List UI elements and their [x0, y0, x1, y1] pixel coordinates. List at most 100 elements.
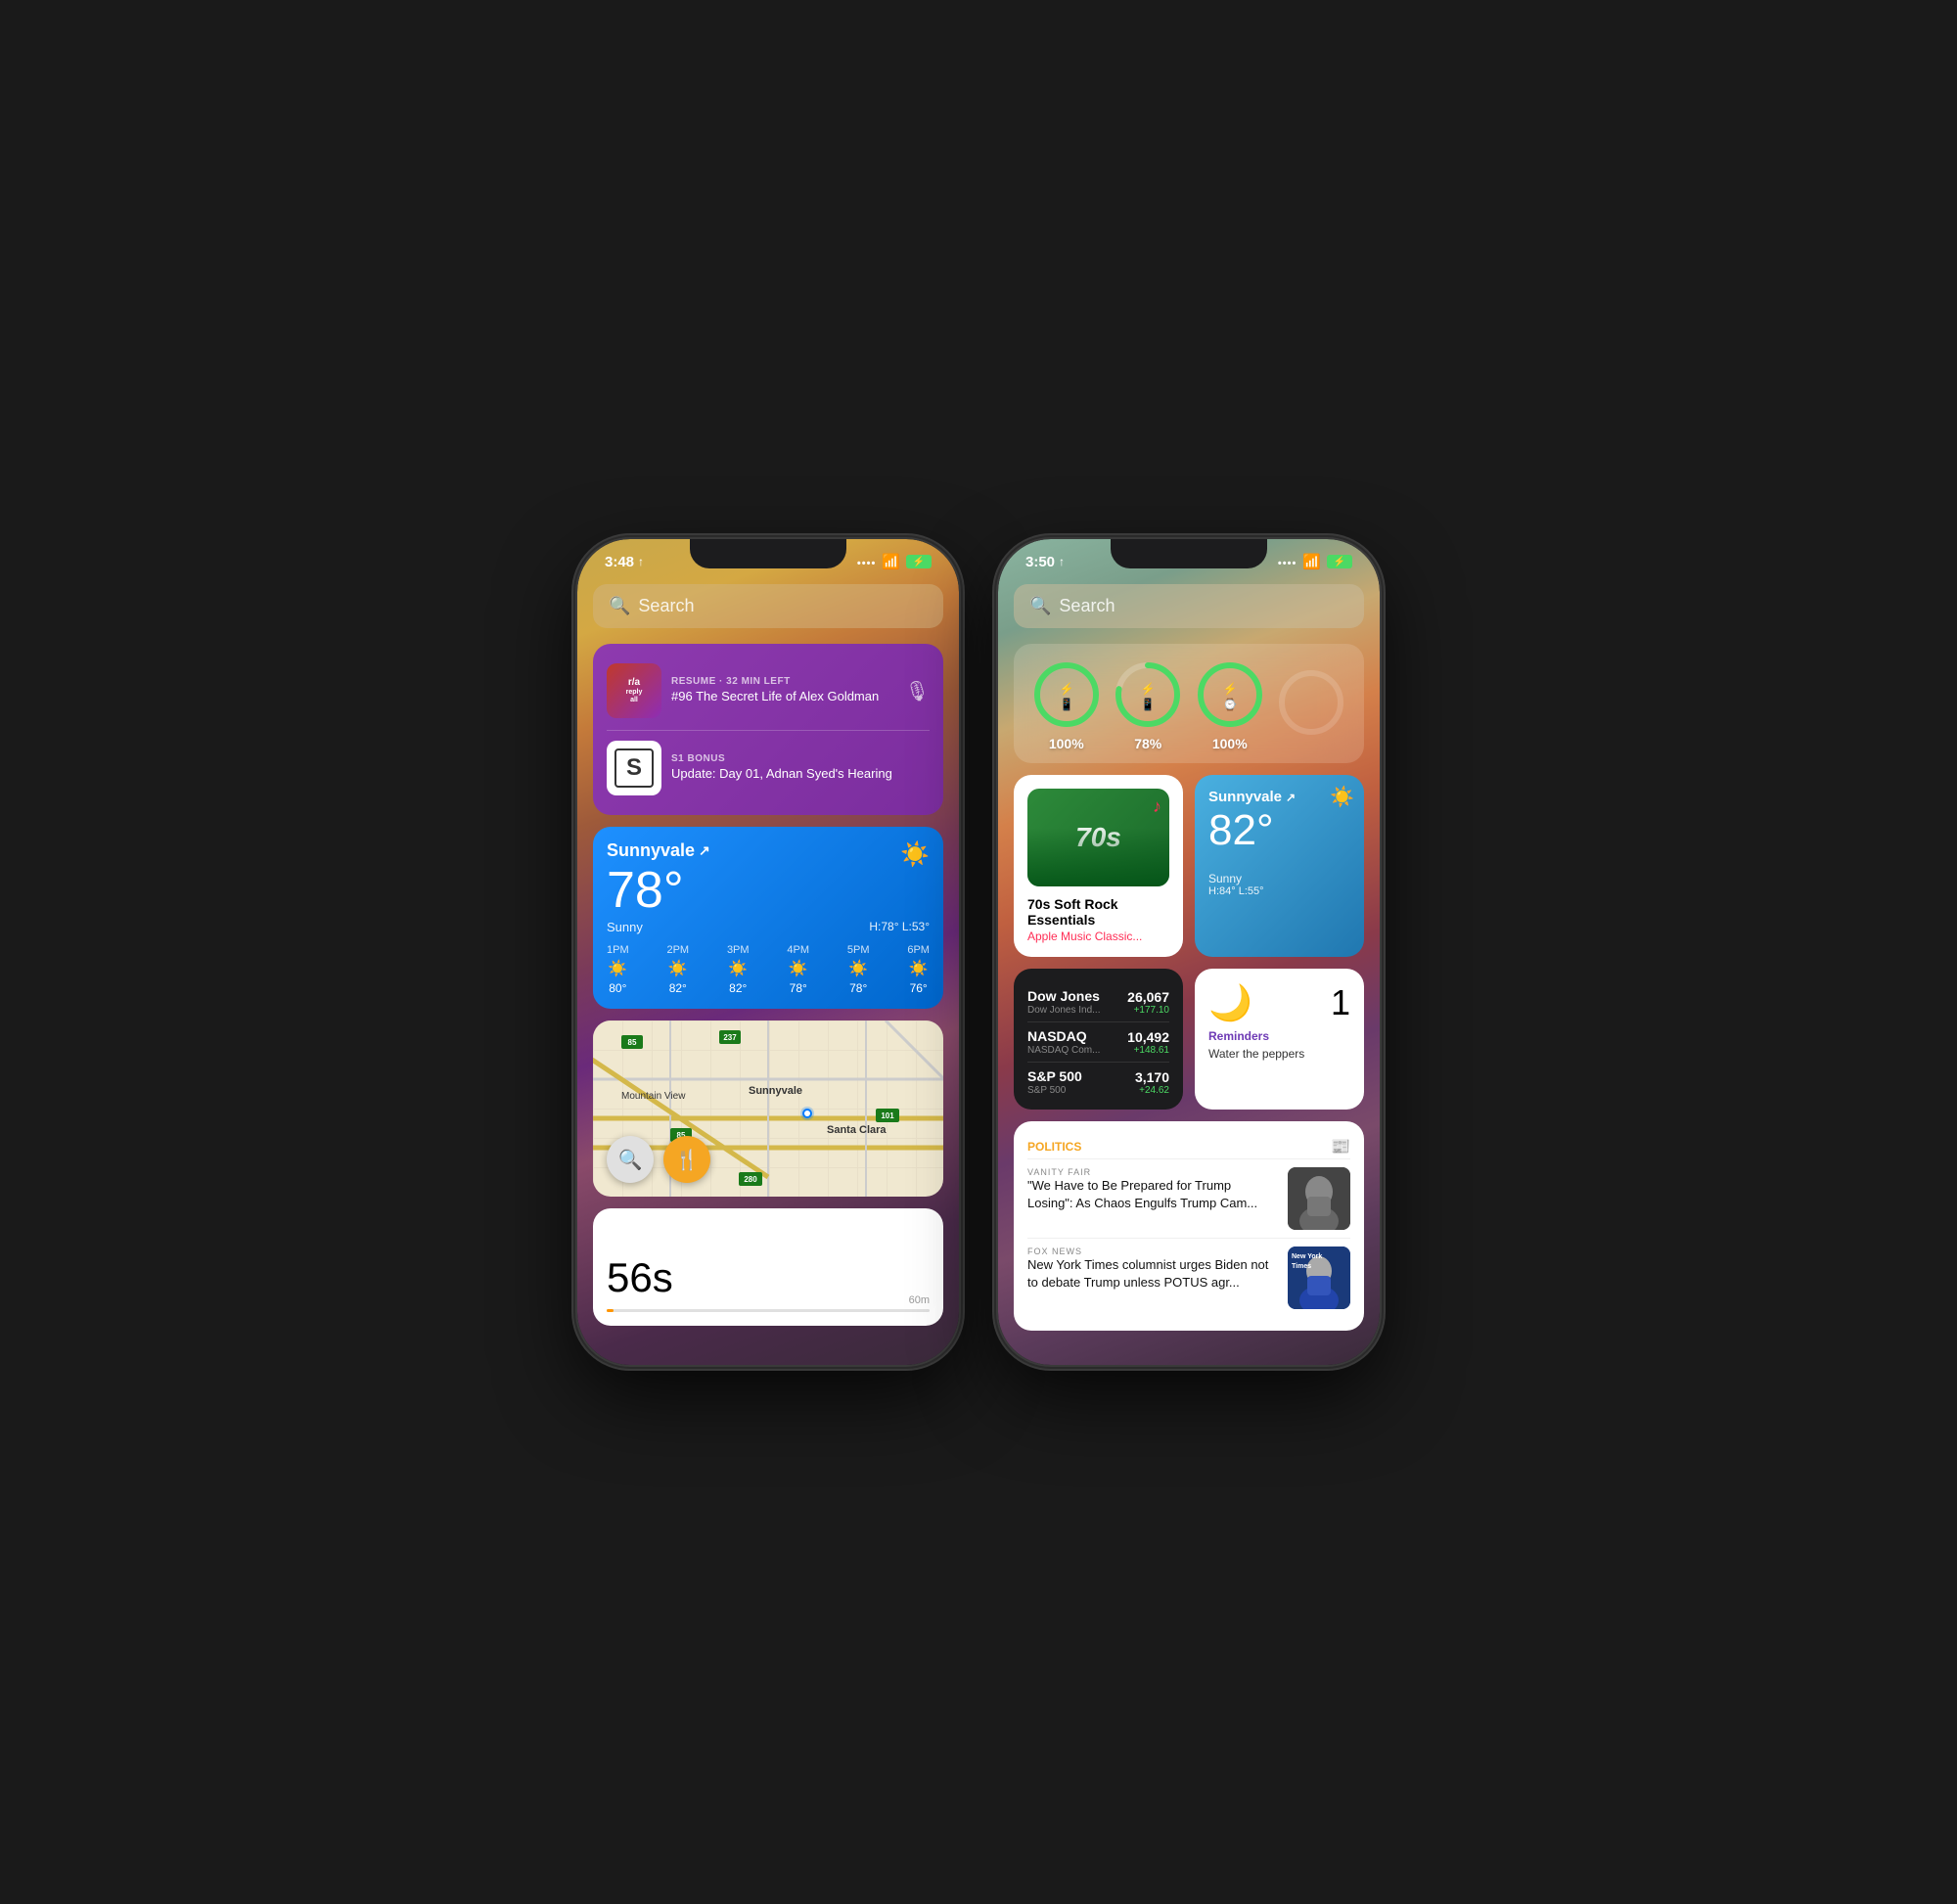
news-headline-1: "We Have to Be Prepared for Trump Losing…: [1027, 1177, 1278, 1211]
battery-pct-3: 100%: [1195, 736, 1265, 751]
location-arrow-2: ↑: [1059, 555, 1065, 568]
weather-widget-2[interactable]: ☀️ Sunnyvale ↗ 82° Sunny H:84° L:55°: [1195, 775, 1364, 957]
forecast-5pm: 5PM ☀️ 78°: [847, 944, 870, 995]
map-widget-1[interactable]: 85 237 101 85 280: [593, 1020, 943, 1197]
map-search-btn[interactable]: 🔍: [607, 1136, 654, 1183]
news-item-2[interactable]: FOX NEWS New York Times columnist urges …: [1027, 1238, 1350, 1317]
news-item-1-content: VANITY FAIR "We Have to Be Prepared for …: [1027, 1167, 1278, 1211]
battery-widget[interactable]: ⚡ 📱 100% ⚡ 📱: [1014, 644, 1364, 763]
status-time-1: 3:48 ↑: [605, 554, 644, 570]
news-thumb-2: New York Times: [1288, 1247, 1350, 1309]
forecast-2pm: 2PM ☀️ 82°: [666, 944, 689, 995]
stock-name-dow: Dow Jones: [1027, 988, 1100, 1004]
podcast-info-2: S1 BONUS Update: Day 01, Adnan Syed's He…: [671, 753, 930, 783]
search-bar-1[interactable]: 🔍 Search: [593, 584, 943, 628]
map-buttons: 🔍 🍴: [607, 1136, 710, 1183]
svg-text:📱: 📱: [1141, 698, 1156, 711]
weather-widget-1[interactable]: ☀️ Sunnyvale ↗ 78° Sunny H:78° L:53° 1PM: [593, 827, 943, 1009]
forecast-6pm: 6PM ☀️ 76°: [907, 944, 930, 995]
svg-text:Mountain View: Mountain View: [621, 1091, 686, 1102]
time-display-1: 3:48: [605, 554, 634, 570]
search-icon-1: 🔍: [609, 596, 630, 616]
svg-text:⌚: ⌚: [1222, 698, 1237, 711]
phone-1: 3:48 ↑ •••• 📶 ⚡ 🔍 Search: [577, 539, 959, 1365]
svg-text:⚡: ⚡: [1141, 682, 1156, 696]
phone-2: 3:50 ↑ •••• 📶 ⚡ 🔍 Search: [998, 539, 1380, 1365]
svg-text:⚡: ⚡: [1222, 682, 1237, 696]
location-icon-1: ↗: [699, 842, 710, 859]
weather-hi-lo-2: H:84° L:55°: [1208, 885, 1350, 897]
battery-icon-2: ⚡: [1327, 555, 1352, 568]
music-note-icon: ♪: [1153, 796, 1161, 817]
content-area-2: 🔍 Search ⚡ 📱: [998, 576, 1380, 1353]
reminders-widget[interactable]: 🌙 1 Reminders Water the peppers: [1195, 969, 1364, 1110]
map-food-btn[interactable]: 🍴: [663, 1136, 710, 1183]
wifi-icon-2: 📶: [1302, 553, 1321, 570]
battery-pct-2: 78%: [1113, 736, 1183, 751]
battery-ring-3: ⚡ ⌚: [1195, 659, 1265, 730]
battery-iphone: ⚡ 📱 100%: [1031, 659, 1102, 751]
weather-condition-2: Sunny H:84° L:55°: [1208, 872, 1350, 897]
wifi-icon-1: 📶: [882, 553, 900, 570]
stocks-widget[interactable]: Dow Jones Dow Jones Ind... 26,067 +177.1…: [1014, 969, 1183, 1110]
status-icons-1: •••• 📶 ⚡: [857, 553, 932, 570]
reminders-header: 🌙 1: [1208, 982, 1350, 1023]
timer-value: 56s: [607, 1254, 930, 1301]
battery-watch: ⚡ ⌚ 100%: [1195, 659, 1265, 751]
stock-price-dow: 26,067 +177.10: [1127, 989, 1169, 1016]
battery-device4: [1276, 667, 1346, 744]
weather-temp-2: 82°: [1208, 809, 1350, 852]
status-time-2: 3:50 ↑: [1025, 554, 1065, 570]
time-display-2: 3:50: [1025, 554, 1055, 570]
forecast-1pm: 1PM ☀️ 80°: [607, 944, 629, 995]
podcast-item-1[interactable]: r/a replyall RESUME · 32 MIN LEFT #96 Th…: [607, 657, 930, 724]
notch-1: [690, 539, 846, 568]
timer-progress-fill: [607, 1309, 614, 1312]
stock-price-sp: 3,170 +24.62: [1135, 1069, 1169, 1096]
location-arrow-1: ↑: [638, 555, 644, 568]
search-bar-2[interactable]: 🔍 Search: [1014, 584, 1364, 628]
music-weather-row: 70s ♪ 70s Soft Rock Essentials Apple Mus…: [1014, 775, 1364, 957]
svg-text:📱: 📱: [1059, 698, 1073, 711]
reminders-count: 1: [1331, 982, 1350, 1023]
location-icon-2: ↗: [1286, 791, 1296, 804]
podcast-item-2[interactable]: S S1 BONUS Update: Day 01, Adnan Syed's …: [607, 730, 930, 801]
news-thumb-1: [1288, 1167, 1350, 1230]
news-source-2: FOX NEWS: [1027, 1247, 1278, 1256]
music-widget[interactable]: 70s ♪ 70s Soft Rock Essentials Apple Mus…: [1014, 775, 1183, 957]
weather-condition-1: Sunny: [607, 920, 643, 934]
news-widget[interactable]: Politics 📰 VANITY FAIR "We Have to Be Pr…: [1014, 1121, 1364, 1331]
signal-icon-2: ••••: [1278, 554, 1297, 570]
music-playlist-title: 70s Soft Rock Essentials: [1027, 896, 1169, 928]
stock-sp500: S&P 500 S&P 500 3,170 +24.62: [1027, 1063, 1169, 1096]
podcast-title-2: Update: Day 01, Adnan Syed's Hearing: [671, 766, 930, 783]
podcast-widget[interactable]: r/a replyall RESUME · 32 MIN LEFT #96 Th…: [593, 644, 943, 815]
battery-ring-2: ⚡ 📱: [1113, 659, 1183, 730]
notch-2: [1111, 539, 1267, 568]
timer-end-label: 60m: [909, 1294, 930, 1306]
battery-ring-1: ⚡ 📱: [1031, 659, 1102, 730]
forecast-4pm: 4PM ☀️ 78°: [787, 944, 809, 995]
svg-text:85: 85: [628, 1038, 637, 1047]
podcasts-icon-1: 🎙: [905, 679, 930, 703]
timer-progress-bar: 60m: [607, 1309, 930, 1312]
news-item-1[interactable]: VANITY FAIR "We Have to Be Prepared for …: [1027, 1158, 1350, 1238]
podcast-thumb-1: r/a replyall: [607, 663, 661, 718]
stock-name-nasdaq: NASDAQ: [1027, 1028, 1100, 1044]
stock-full-nasdaq: NASDAQ Com...: [1027, 1045, 1100, 1056]
weather-forecast-1: 1PM ☀️ 80° 2PM ☀️ 82° 3PM ☀️ 82°: [607, 944, 930, 995]
svg-text:280: 280: [744, 1175, 757, 1184]
podcast-title-1: #96 The Secret Life of Alex Goldman: [671, 689, 895, 705]
search-label-2: Search: [1059, 596, 1115, 616]
timer-widget[interactable]: 56s 60m: [593, 1208, 943, 1326]
signal-icon-1: ••••: [857, 554, 876, 570]
news-category: Politics: [1027, 1140, 1081, 1154]
weather-city-1: Sunnyvale ↗: [607, 840, 930, 861]
album-silhouette: [1027, 828, 1169, 886]
forecast-3pm: 3PM ☀️ 82°: [727, 944, 750, 995]
moon-icon: 🌙: [1208, 982, 1252, 1023]
svg-text:Sunnyvale: Sunnyvale: [749, 1085, 802, 1097]
battery-airpods: ⚡ 📱 78%: [1113, 659, 1183, 751]
music-source: Apple Music Classic...: [1027, 929, 1169, 943]
status-icons-2: •••• 📶 ⚡: [1278, 553, 1352, 570]
